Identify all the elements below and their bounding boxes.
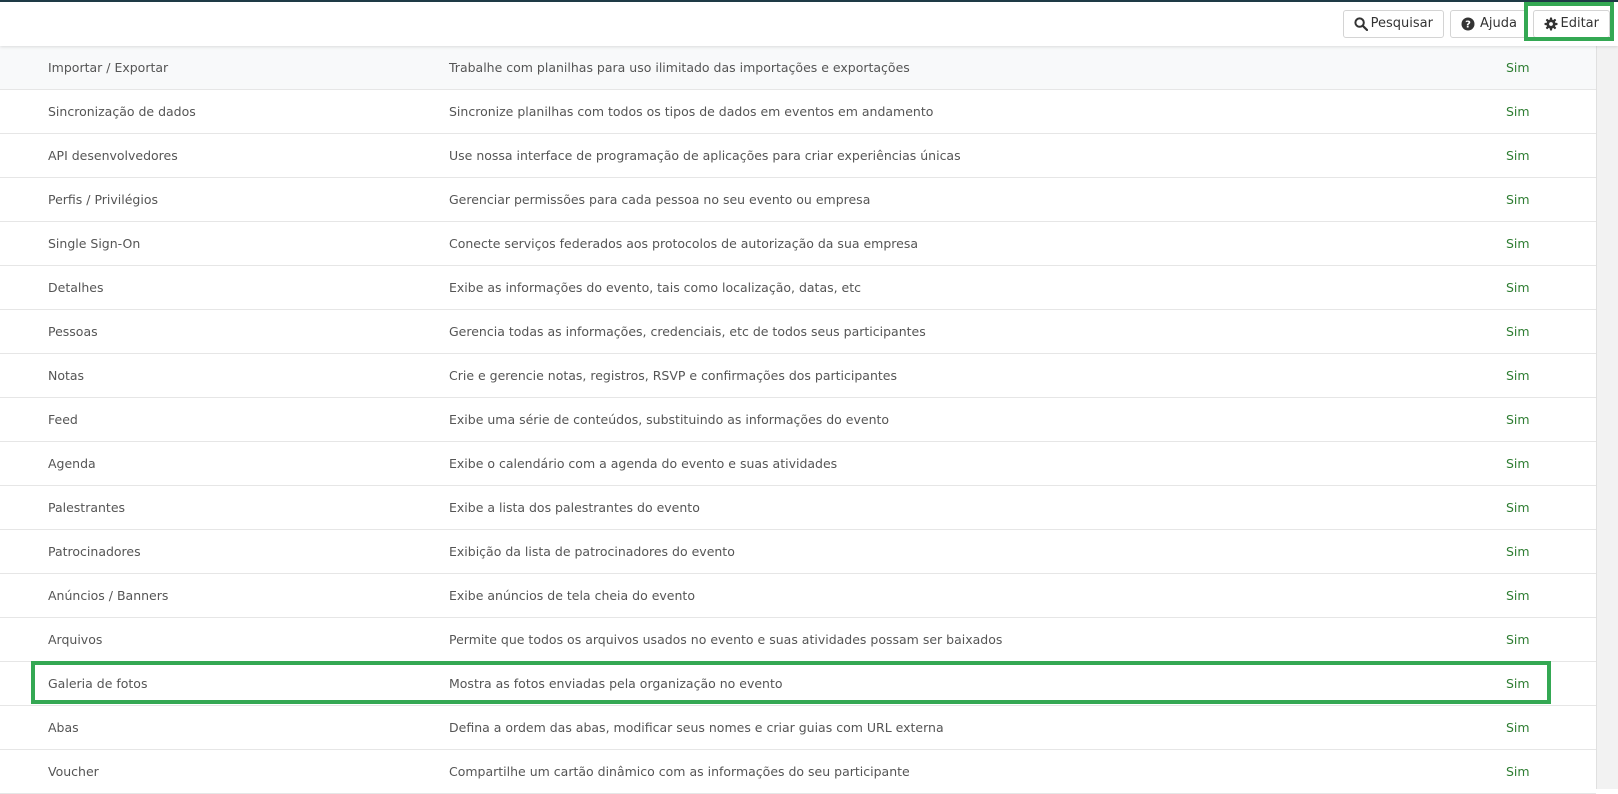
feature-description: Exibe o calendário com a agenda do event…	[449, 456, 838, 471]
question-circle-icon: ?	[1461, 17, 1475, 31]
feature-status: Sim	[1506, 632, 1530, 647]
feature-status: Sim	[1506, 412, 1530, 427]
toolbar: Pesquisar ? Ajuda Editar	[0, 2, 1618, 46]
feature-status: Sim	[1506, 104, 1530, 119]
table-row[interactable]: Importar / Exportar Trabalhe com planilha…	[0, 46, 1596, 90]
feature-description: Sincronize planilhas com todos os tipos …	[449, 104, 934, 119]
feature-description: Trabalhe com planilhas para uso ilimitad…	[449, 60, 910, 75]
feature-name: Galeria de fotos	[48, 676, 148, 691]
table-row[interactable]: Galeria de fotos Mostra as fotos enviadas…	[0, 662, 1596, 706]
feature-status: Sim	[1506, 720, 1530, 735]
feature-name: Voucher	[48, 764, 99, 779]
feature-status: Sim	[1506, 368, 1530, 383]
help-button[interactable]: ? Ajuda	[1450, 10, 1528, 38]
feature-description: Conecte serviços federados aos protocolo…	[449, 236, 919, 251]
table-row[interactable]: Arquivos Permite que todos os arquivos us…	[0, 618, 1596, 662]
feature-status: Sim	[1506, 192, 1530, 207]
feature-status: Sim	[1506, 324, 1530, 339]
feature-description: Crie e gerencie notas, registros, RSVP e…	[449, 368, 897, 383]
feature-name: Importar / Exportar	[48, 60, 169, 75]
svg-text:?: ?	[1465, 20, 1471, 31]
gear-icon	[1544, 17, 1558, 31]
feature-name: Detalhes	[48, 280, 104, 295]
feature-description: Mostra as fotos enviadas pela organizaçã…	[449, 676, 783, 691]
table-row[interactable]: Agenda Exibe o calendário com a agenda do…	[0, 442, 1596, 486]
feature-name: Perfis / Privilégios	[48, 192, 158, 207]
feature-status: Sim	[1506, 500, 1530, 515]
table-row[interactable]: Feed Exibe uma série de conteúdos, substi…	[0, 398, 1596, 442]
feature-name: Agenda	[48, 456, 96, 471]
feature-description: Gerencia todas as informações, credencia…	[449, 324, 926, 339]
table-row[interactable]: Anúncios / Banners Exibe anúncios de tela…	[0, 574, 1596, 618]
table-row[interactable]: Palestrantes Exibe a lista dos palestrant…	[0, 486, 1596, 530]
feature-name: Arquivos	[48, 632, 103, 647]
edit-button-label: Editar	[1560, 16, 1600, 31]
feature-status: Sim	[1506, 236, 1530, 251]
search-icon	[1354, 17, 1368, 31]
vertical-scrollbar[interactable]	[1596, 46, 1618, 789]
table-row[interactable]: Pessoas Gerencia todas as informações, cr…	[0, 310, 1596, 354]
feature-status: Sim	[1506, 456, 1530, 471]
feature-name: Pessoas	[48, 324, 98, 339]
feature-description: Exibição da lista de patrocinadores do e…	[449, 544, 735, 559]
feature-status: Sim	[1506, 148, 1530, 163]
feature-description: Permite que todos os arquivos usados no …	[449, 632, 1003, 647]
table-row[interactable]: Single Sign-On Conecte serviços federados…	[0, 222, 1596, 266]
feature-status: Sim	[1506, 280, 1530, 295]
help-button-label: Ajuda	[1480, 16, 1517, 31]
table-row[interactable]: Patrocinadores Exibição da lista de patro…	[0, 530, 1596, 574]
features-table: Importar / Exportar Trabalhe com planilha…	[0, 46, 1596, 794]
feature-status: Sim	[1506, 764, 1530, 779]
feature-name: Patrocinadores	[48, 544, 141, 559]
feature-name: Palestrantes	[48, 500, 126, 515]
table-row[interactable]: Voucher Compartilhe um cartão dinâmico co…	[0, 750, 1596, 794]
feature-description: Use nossa interface de programação de ap…	[449, 148, 961, 163]
feature-status: Sim	[1506, 676, 1530, 691]
search-button-label: Pesquisar	[1370, 16, 1433, 31]
table-row[interactable]: Notas Crie e gerencie notas, registros, R…	[0, 354, 1596, 398]
feature-description: Compartilhe um cartão dinâmico com as in…	[449, 764, 910, 779]
feature-status: Sim	[1506, 544, 1530, 559]
table-row[interactable]: API desenvolvedores Use nossa interface d…	[0, 134, 1596, 178]
table-row[interactable]: Perfis / Privilégios Gerenciar permissões…	[0, 178, 1596, 222]
feature-name: Abas	[48, 720, 79, 735]
feature-description: Exibe as informações do evento, tais com…	[449, 280, 862, 295]
feature-name: Single Sign-On	[48, 236, 141, 251]
feature-status: Sim	[1506, 588, 1530, 603]
feature-description: Exibe a lista dos palestrantes do evento	[449, 500, 700, 515]
feature-name: Anúncios / Banners	[48, 588, 169, 603]
feature-name: API desenvolvedores	[48, 148, 178, 163]
table-row[interactable]: Sincronização de dados Sincronize planilh…	[0, 90, 1596, 134]
feature-description: Exibe uma série de conteúdos, substituin…	[449, 412, 890, 427]
search-button[interactable]: Pesquisar	[1343, 10, 1444, 38]
feature-description: Exibe anúncios de tela cheia do evento	[449, 588, 695, 603]
feature-description: Gerenciar permissões para cada pessoa no…	[449, 192, 871, 207]
feature-name: Notas	[48, 368, 85, 383]
feature-status: Sim	[1506, 60, 1530, 75]
feature-name: Feed	[48, 412, 78, 427]
feature-description: Defina a ordem das abas, modificar seus …	[449, 720, 944, 735]
feature-name: Sincronização de dados	[48, 104, 196, 119]
table-row[interactable]: Detalhes Exibe as informações do evento, …	[0, 266, 1596, 310]
table-row[interactable]: Abas Defina a ordem das abas, modificar s…	[0, 706, 1596, 750]
edit-button[interactable]: Editar	[1533, 10, 1610, 38]
